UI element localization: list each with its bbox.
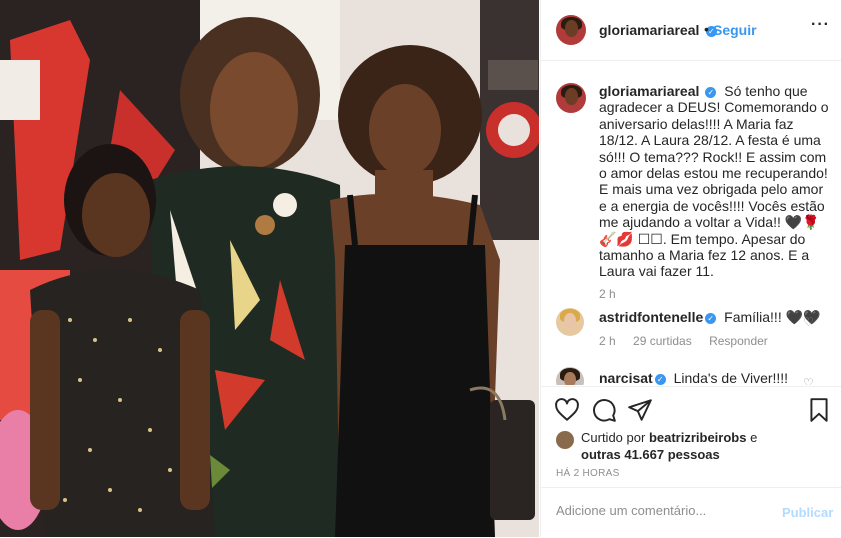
header-separator: • [704,21,709,37]
commenter-avatar[interactable] [556,367,584,385]
caption-author-avatar[interactable] [556,83,586,113]
likes-others[interactable]: outras 41.667 pessoas [581,447,720,462]
comment-username[interactable]: astridfontenelle [599,309,703,325]
photo-illustration [0,0,539,537]
post-photo[interactable] [0,0,539,537]
likes-prefix: Curtido por [581,430,646,445]
more-options-icon[interactable]: ··· [811,16,830,34]
share-icon[interactable] [627,397,653,423]
verified-badge-icon: ✓ [705,313,717,324]
likes-connector: e [750,430,758,445]
publish-button[interactable]: Publicar [782,505,833,520]
comment-likes[interactable]: 29 curtidas [633,334,692,348]
post-side-panel: gloriamariareal ✓ • Seguir ··· gloriamar… [540,0,841,537]
caption-username[interactable]: gloriamariareal [599,83,699,99]
post-actions: Curtido por beatrizribeirobs e outras 41… [541,386,841,487]
post-caption: gloriamariareal ✓ Só tenho que agradecer … [599,83,829,280]
commenter-avatar[interactable] [556,308,584,336]
comment-meta: 2 h 29 curtidas Responder [599,334,782,348]
post-timestamp[interactable]: HÁ 2 HORAS [556,468,620,479]
likes-summary: Curtido por beatrizribeirobs e outras 41… [581,429,801,463]
reply-button[interactable]: Responder [709,334,768,348]
comment-icon[interactable] [591,397,617,423]
comments-list[interactable]: gloriamariareal ✓ Só tenho que agradecer … [541,61,841,385]
comment-body: astridfontenelle ✓ Família!!! 🖤🖤 [599,309,820,326]
caption-text: Só tenho que agradecer a DEUS! Comemoran… [599,83,829,280]
add-comment-bar: Publicar [541,487,841,538]
verified-badge-icon: ✓ [705,87,717,98]
comment-text: Linda's de Viver!!!! [673,370,789,385]
liker-avatar[interactable] [556,431,574,449]
heart-icon[interactable] [554,397,580,423]
author-username[interactable]: gloriamariareal [599,22,699,38]
verified-badge-icon: ✓ [654,374,666,385]
comment-like-heart-icon[interactable]: ♡ [803,376,814,385]
comment-like-heart-icon[interactable]: ♡ [803,315,814,329]
comment-username[interactable]: narcisat [599,370,653,385]
comment-body: narcisat ✓ Linda's de Viver!!!! [599,370,788,385]
comment-age[interactable]: 2 h [599,334,616,348]
author-avatar[interactable] [556,15,586,45]
instagram-post: gloriamariareal ✓ • Seguir ··· gloriamar… [0,0,841,537]
author-username-wrap[interactable]: gloriamariareal ✓ [599,22,717,40]
likes-user[interactable]: beatrizribeirobs [649,430,747,445]
follow-button[interactable]: Seguir [713,22,757,38]
caption-age[interactable]: 2 h [599,287,616,301]
post-header: gloriamariareal ✓ • Seguir ··· [541,0,841,61]
bookmark-icon[interactable] [806,397,832,423]
comment-input[interactable] [556,503,756,518]
